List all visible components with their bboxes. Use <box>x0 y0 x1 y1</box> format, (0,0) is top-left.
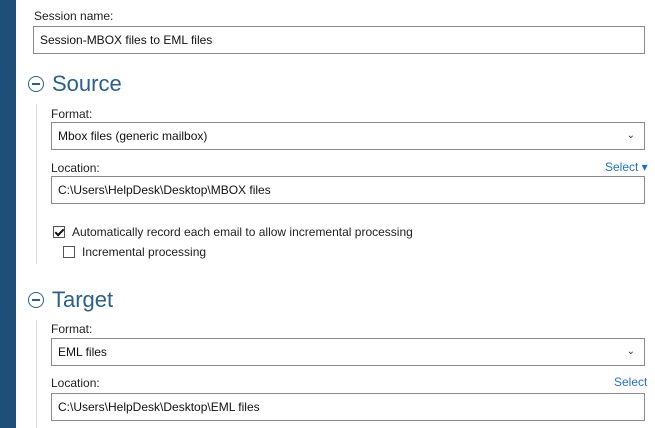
target-title: Target <box>52 287 114 312</box>
source-format-value: Mbox files (generic mailbox) <box>58 129 208 143</box>
source-location-select-link[interactable]: Select ▾ <box>605 160 648 174</box>
target-location-label: Location: <box>51 376 100 390</box>
source-format-label: Format: <box>51 107 93 121</box>
collapse-minus-icon[interactable] <box>28 292 44 308</box>
source-location-label: Location: <box>51 161 100 175</box>
target-format-value: EML files <box>58 345 107 359</box>
auto-record-option[interactable]: Automatically record each email to allow… <box>53 225 413 239</box>
session-name-label: Session name: <box>34 9 114 23</box>
target-section-divider <box>36 320 37 428</box>
auto-record-checkbox[interactable] <box>53 226 65 238</box>
target-format-label: Format: <box>51 322 93 336</box>
incremental-option[interactable]: Incremental processing <box>63 245 206 259</box>
session-name-input[interactable]: Session-MBOX files to EML files <box>33 26 645 54</box>
incremental-checkbox[interactable] <box>63 246 75 258</box>
source-location-input[interactable]: C:\Users\HelpDesk\Desktop\MBOX files <box>51 176 645 204</box>
incremental-label: Incremental processing <box>82 245 207 259</box>
auto-record-label: Automatically record each email to allow… <box>72 225 413 239</box>
source-title: Source <box>52 71 122 96</box>
collapse-minus-icon[interactable] <box>28 76 44 92</box>
target-location-input[interactable]: C:\Users\HelpDesk\Desktop\EML files <box>51 393 645 421</box>
source-format-dropdown[interactable]: Mbox files (generic mailbox) ⌄ <box>51 122 645 150</box>
source-section-divider <box>36 104 37 264</box>
target-format-dropdown[interactable]: EML files ⌄ <box>51 338 645 366</box>
left-accent-bar <box>0 0 16 428</box>
chevron-down-icon: ⌄ <box>626 346 635 357</box>
chevron-down-icon: ⌄ <box>626 130 635 141</box>
target-section-header[interactable]: Target <box>28 287 113 313</box>
source-section-header[interactable]: Source <box>28 71 122 97</box>
target-location-select-link[interactable]: Select <box>614 375 647 389</box>
